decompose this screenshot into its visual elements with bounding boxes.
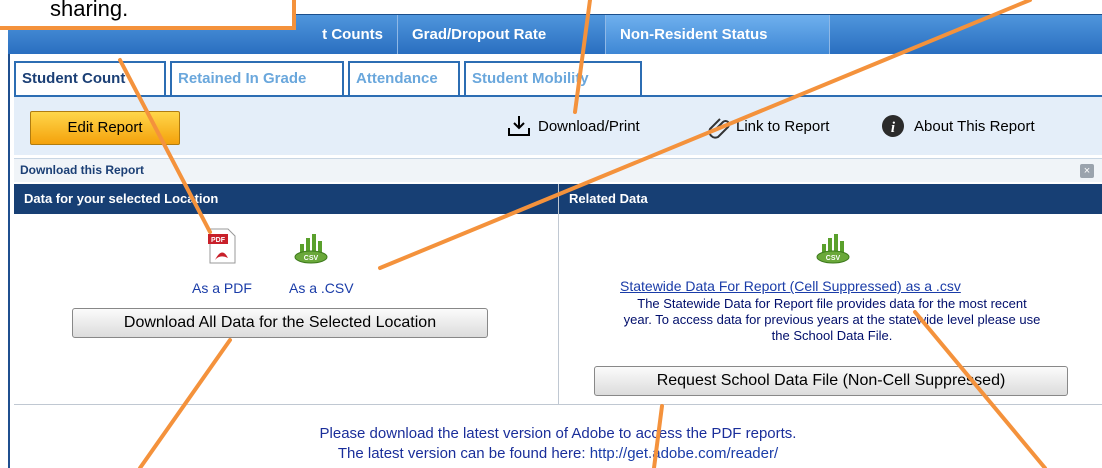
csv-file-icon[interactable]: CSV <box>292 232 330 264</box>
csv-download-link[interactable]: As a .CSV <box>289 280 354 296</box>
csv-file-icon[interactable]: CSV <box>814 232 852 264</box>
subtab-student-count[interactable]: Student Count <box>14 61 166 95</box>
statewide-desc-line: year. To access data for previous years … <box>623 312 1041 327</box>
about-report-label: About This Report <box>914 118 1035 135</box>
info-icon: i <box>882 115 904 137</box>
annotation-text: sharing. <box>50 0 129 21</box>
adobe-reader-link[interactable]: http://get.adobe.com/reader/ <box>590 445 778 462</box>
paperclip-icon <box>708 118 731 139</box>
adobe-note-line: The latest version can be found here: ht… <box>14 445 1102 462</box>
selected-location-header: Data for your selected Location <box>14 184 558 214</box>
download-panel-header: Download this Report × <box>14 158 1102 182</box>
download-print-label: Download/Print <box>538 118 640 135</box>
edit-report-button[interactable]: Edit Report <box>30 111 180 145</box>
adobe-note: Please download the latest version of Ad… <box>14 404 1102 468</box>
svg-text:CSV: CSV <box>826 255 841 262</box>
adobe-note-prefix: The latest version can be found here: <box>337 445 590 462</box>
statewide-data-link[interactable]: Statewide Data For Report (Cell Suppress… <box>620 278 961 294</box>
subtab-attendance[interactable]: Attendance <box>348 61 460 95</box>
close-icon[interactable]: × <box>1080 164 1094 178</box>
pdf-file-icon[interactable]: PDF <box>208 228 236 264</box>
download-panel-title: Download this Report <box>20 163 144 177</box>
statewide-desc-line: The Statewide Data for Report file provi… <box>637 296 1027 311</box>
about-report-button[interactable]: i About This Report <box>880 111 1080 143</box>
tab-grad-dropout-rate[interactable]: Grad/Dropout Rate <box>398 15 606 55</box>
statewide-desc-line: the School Data File. <box>771 328 893 343</box>
report-toolbar: Edit Report Download/Print Link to Repor… <box>14 95 1102 155</box>
link-to-report-button[interactable]: Link to Report <box>706 111 856 143</box>
link-to-report-label: Link to Report <box>736 118 830 135</box>
download-print-button[interactable]: Download/Print <box>506 111 676 143</box>
download-icon <box>508 116 530 136</box>
column-divider <box>558 184 559 404</box>
related-data-header: Related Data <box>559 184 1102 214</box>
statewide-description: The Statewide Data for Report file provi… <box>562 296 1102 344</box>
subtab-retained-in-grade[interactable]: Retained In Grade <box>170 61 344 95</box>
svg-text:CSV: CSV <box>304 255 319 262</box>
pdf-download-link[interactable]: As a PDF <box>192 280 252 296</box>
download-all-data-button[interactable]: Download All Data for the Selected Locat… <box>72 308 488 338</box>
subtab-student-mobility[interactable]: Student Mobility <box>464 61 642 95</box>
annotation-callout: sharing. <box>0 0 296 30</box>
tab-non-resident-status[interactable]: Non-Resident Status <box>606 15 830 55</box>
request-school-data-button[interactable]: Request School Data File (Non-Cell Suppr… <box>594 366 1068 396</box>
svg-text:PDF: PDF <box>211 237 226 244</box>
adobe-note-line: Please download the latest version of Ad… <box>319 425 797 442</box>
